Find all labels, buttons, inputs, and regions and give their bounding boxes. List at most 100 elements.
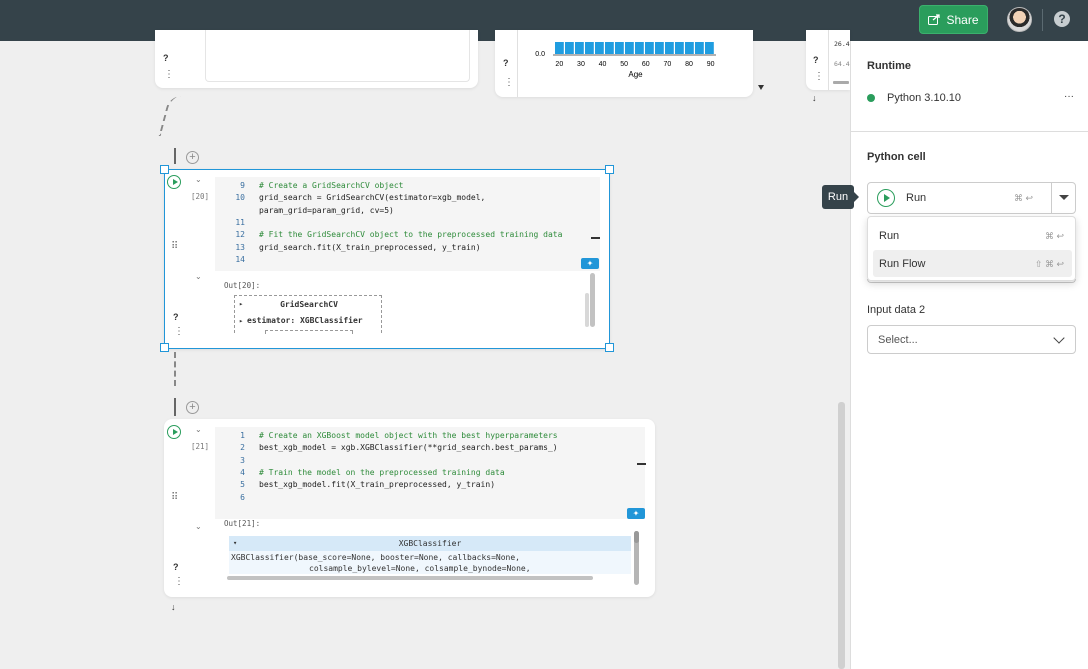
top-right-card: ? ⋮ 26.4 64.4	[806, 30, 850, 90]
more-icon[interactable]: ⋮	[504, 78, 514, 88]
output-label: Out[21]:	[224, 519, 261, 528]
run-tooltip: Run	[822, 185, 859, 209]
x-tick-label: 80	[685, 61, 693, 68]
output-v-thumb	[634, 531, 639, 543]
help-icon[interactable]: ?	[813, 55, 819, 65]
runtime-version: Python 3.10.10	[887, 92, 962, 104]
selection-outline	[164, 169, 610, 349]
histogram-bar	[645, 42, 654, 54]
table-value-1: 26.4	[834, 40, 850, 48]
resize-handle-ne[interactable]	[605, 165, 614, 174]
histogram-bar	[695, 42, 704, 54]
chevron-down-icon	[1053, 332, 1065, 344]
output-header-row[interactable]: ▾ XGBClassifier	[229, 536, 631, 551]
histogram-bar	[605, 42, 614, 54]
run-options-dropdown[interactable]	[1052, 183, 1076, 213]
properties-panel: Runtime Python 3.10.10 ··· Python cell R…	[850, 41, 1088, 669]
histogram-bar	[675, 42, 684, 54]
menu-item-run-flow[interactable]: Run Flow ⇧ ⌘ ↩	[873, 250, 1072, 277]
select-placeholder: Select...	[878, 333, 918, 346]
code-cell-21[interactable]: ⌄ [21] ⠿ ? ⋮ 1 # Create an XGBoost model …	[164, 419, 655, 597]
down-arrow-icon[interactable]: ↓	[812, 93, 817, 103]
output-xgb-title: XGBClassifier	[398, 539, 462, 548]
filter-icon[interactable]	[758, 85, 764, 90]
top-right-divider	[828, 30, 829, 90]
help-icon[interactable]: ?	[1054, 11, 1070, 27]
runtime-status-dot	[867, 94, 875, 102]
add-cell-button[interactable]: +	[186, 401, 199, 414]
down-arrow-icon[interactable]: ↓	[171, 602, 176, 612]
menu-item-label: Run Flow	[879, 257, 926, 270]
more-icon[interactable]: ⋮	[164, 70, 174, 80]
python-cell-heading: Python cell	[867, 151, 926, 163]
output-line-1: XGBClassifier(base_score=None, booster=N…	[231, 553, 520, 562]
histogram-bar	[685, 42, 694, 54]
help-icon[interactable]: ?	[503, 58, 509, 68]
histogram-bar	[555, 42, 564, 54]
code-line: best_xgb_model = xgb.XGBClassifier(**gri…	[259, 443, 558, 453]
chart-card: ? ⋮ 0.0 20 30 40 50 60 70 80 90 Age	[495, 30, 753, 97]
x-tick-label: 60	[642, 61, 650, 68]
play-icon	[877, 189, 895, 207]
menu-item-shortcut: ⌘ ↩	[1044, 231, 1064, 241]
menu-item-run[interactable]: Run ⌘ ↩	[873, 222, 1072, 249]
output-h-scrollbar[interactable]	[227, 576, 593, 580]
output-body: XGBClassifier(base_score=None, booster=N…	[229, 551, 631, 574]
x-tick-label: 40	[599, 61, 607, 68]
topbar-divider	[1042, 9, 1043, 31]
connector-curve	[158, 96, 184, 136]
line-number: 5	[240, 480, 245, 490]
menu-item-label: Run	[879, 229, 900, 242]
more-icon[interactable]: ⋮	[814, 72, 824, 82]
code-line: # Train the model on the preprocessed tr…	[259, 467, 505, 477]
top-left-card: ? ⋮	[155, 30, 478, 88]
collapse-code-chevron[interactable]: ⌄	[195, 425, 202, 434]
collapse-output-chevron[interactable]: ⌄	[195, 522, 202, 531]
histogram-bar	[625, 42, 634, 54]
top-left-output-frame	[205, 30, 470, 82]
menu-item-shortcut: ⇧ ⌘ ↩	[1034, 259, 1064, 269]
canvas-scrollbar[interactable]	[838, 402, 845, 669]
x-tick-label: 30	[577, 61, 585, 68]
histogram-bar	[585, 42, 594, 54]
runtime-more-icon[interactable]: ···	[1064, 91, 1074, 102]
histogram-bar	[565, 42, 574, 54]
table-value-2: 64.4	[834, 60, 850, 68]
histogram-bar	[705, 42, 714, 54]
ai-assist-button[interactable]: ✦	[627, 508, 645, 519]
table-scrollbar[interactable]	[833, 81, 849, 84]
drag-handle-icon[interactable]: ⠿	[171, 492, 178, 503]
run-cell-button[interactable]	[167, 425, 181, 439]
histogram-bar	[615, 42, 624, 54]
x-axis-label: Age	[628, 70, 643, 79]
panel-divider	[851, 131, 1088, 132]
resize-handle-sw[interactable]	[160, 343, 169, 352]
user-avatar[interactable]	[1007, 7, 1032, 32]
histogram-bar	[595, 42, 604, 54]
histogram-bar	[635, 42, 644, 54]
x-tick-label: 20	[555, 61, 563, 68]
chart-card-divider	[517, 30, 518, 97]
line-number: 6	[240, 492, 245, 502]
run-shortcut: ⌘ ↩	[1014, 193, 1034, 203]
histogram-bar	[665, 42, 674, 54]
run-button[interactable]: Run ⌘ ↩	[868, 183, 1051, 213]
run-split-button: Run ⌘ ↩	[867, 182, 1076, 214]
resize-handle-nw[interactable]	[160, 165, 169, 174]
minimize-icon[interactable]	[637, 463, 646, 465]
x-tick-label: 70	[664, 61, 672, 68]
input-data-2-select[interactable]: Select...	[867, 325, 1076, 354]
resize-handle-se[interactable]	[605, 343, 614, 352]
code-editor[interactable]: 1 # Create an XGBoost model object with t…	[215, 427, 645, 519]
more-icon[interactable]: ⋮	[174, 577, 184, 587]
add-cell-button[interactable]: +	[186, 151, 199, 164]
help-icon[interactable]: ?	[163, 53, 169, 63]
histogram-bar	[655, 42, 664, 54]
input-data-2-label: Input data 2	[867, 304, 926, 316]
help-icon[interactable]: ?	[173, 562, 179, 572]
code-line: # Create an XGBoost model object with th…	[259, 431, 558, 440]
share-button[interactable]: Share	[919, 5, 988, 34]
share-icon	[928, 14, 941, 25]
connector-line	[174, 352, 176, 386]
x-tick-label: 50	[620, 61, 628, 68]
